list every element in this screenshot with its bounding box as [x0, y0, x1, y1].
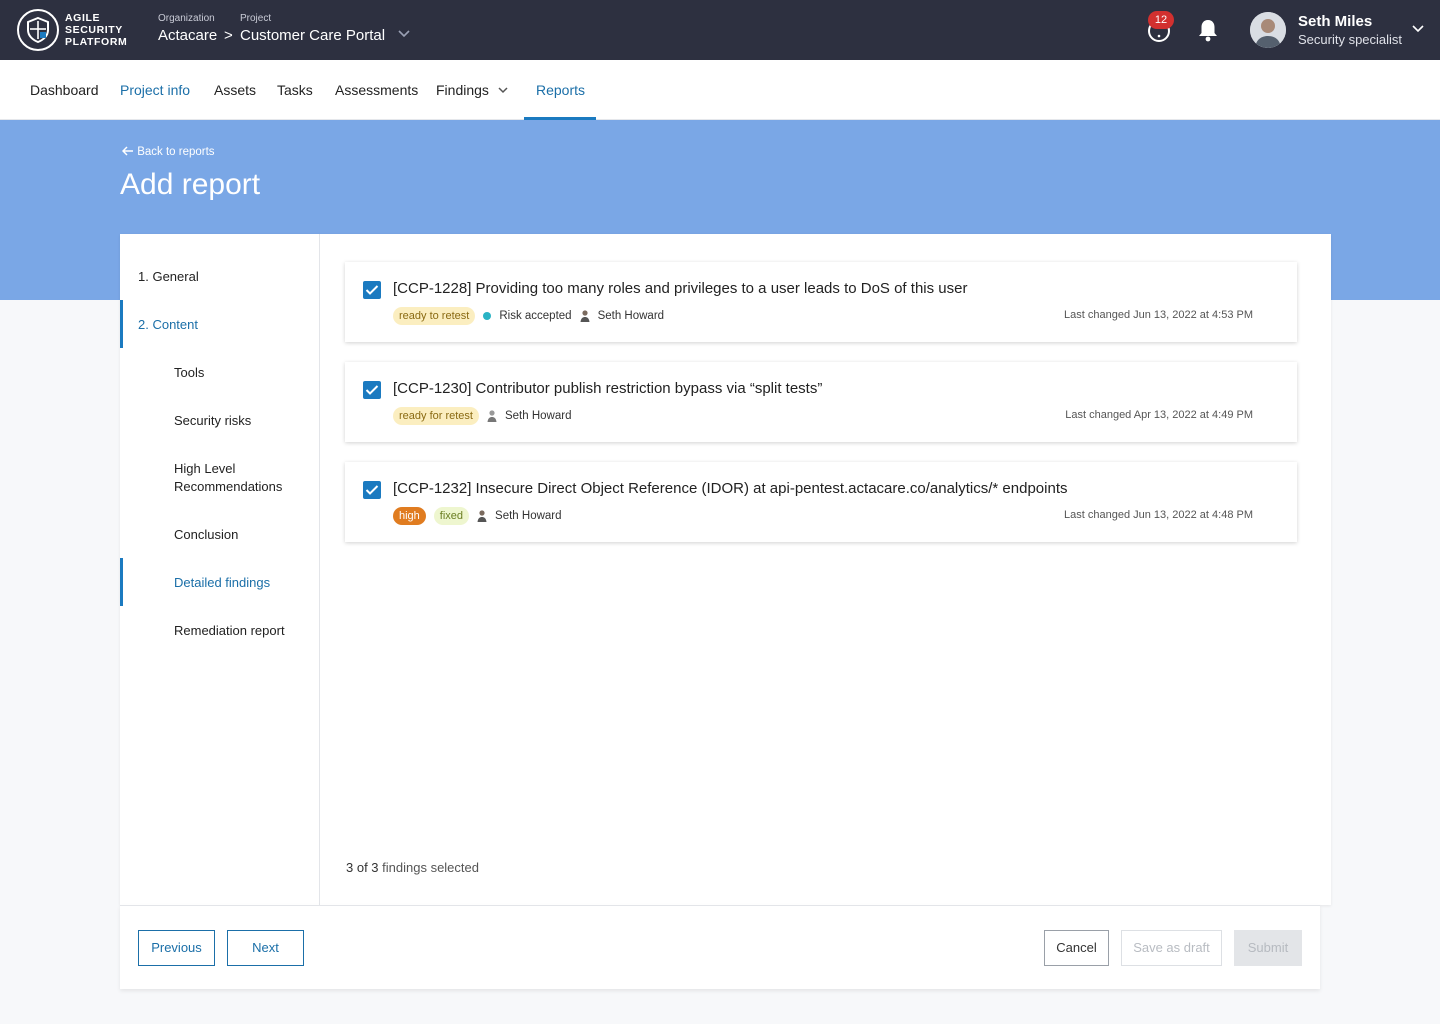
active-step-indicator [120, 300, 123, 348]
project-switcher[interactable]: Customer Care Portal [240, 27, 385, 44]
brand-line: PLATFORM [65, 36, 128, 48]
cancel-button[interactable]: Cancel [1044, 930, 1109, 966]
page-title: Add report [120, 168, 261, 201]
nav-dashboard[interactable]: Dashboard [30, 82, 99, 98]
step-tools[interactable]: Tools [174, 364, 204, 382]
chevron-down-icon[interactable] [498, 87, 508, 94]
brand-name: AGILE SECURITY PLATFORM [65, 12, 127, 48]
nav-assessments[interactable]: Assessments [335, 82, 418, 98]
user-name[interactable]: Seth Miles [1298, 13, 1372, 30]
person-icon [477, 510, 487, 522]
back-link-label: Back to reports [137, 146, 215, 158]
step-general[interactable]: 1. General [138, 268, 199, 286]
check-icon [365, 285, 379, 295]
user-role: Security specialist [1298, 32, 1403, 47]
status-badge: ready for retest [393, 407, 479, 425]
save-draft-button[interactable]: Save as draft [1121, 930, 1222, 966]
status-badge: fixed [433, 507, 470, 525]
report-form-card: 1. General 2. Content Tools Security ris… [120, 234, 1331, 905]
nav-tasks[interactable]: Tasks [277, 82, 313, 98]
finding-title[interactable]: [CCP-1228] Providing too many roles and … [393, 280, 967, 297]
active-substep-indicator [120, 558, 123, 606]
shield-logo-icon[interactable] [17, 9, 59, 51]
chevron-down-icon[interactable] [398, 30, 410, 38]
main-nav: Dashboard Project info Assets Tasks Asse… [0, 60, 1440, 120]
submit-button[interactable]: Submit [1234, 930, 1302, 966]
brand-line: SECURITY [65, 24, 123, 36]
last-changed: Last changed Jun 13, 2022 at 4:48 PM [1064, 509, 1253, 521]
selected-count: 3 of 3 findings selected [346, 860, 479, 875]
nav-assets[interactable]: Assets [214, 82, 256, 98]
finding-meta: ready for retest Seth Howard [393, 407, 571, 425]
org-switcher[interactable]: Actacare [158, 27, 217, 44]
nav-reports[interactable]: Reports [536, 82, 585, 98]
finding-meta: high fixed Seth Howard [393, 507, 562, 525]
finding-title[interactable]: [CCP-1230] Contributor publish restricti… [393, 380, 822, 397]
step-label-line: Recommendations [174, 479, 283, 494]
top-bar: AGILE SECURITY PLATFORM Organization Act… [0, 0, 1440, 60]
project-label: Project [240, 13, 272, 24]
arrow-left-icon [121, 146, 133, 156]
finding-assignee: Seth Howard [597, 310, 665, 322]
selected-count-number: 3 of 3 [346, 860, 379, 875]
form-footer: Previous Next Cancel Save as draft Submi… [120, 905, 1320, 989]
check-icon [365, 485, 379, 495]
previous-button[interactable]: Previous [138, 930, 215, 966]
avatar[interactable] [1250, 12, 1286, 48]
finding-assignee: Seth Howard [504, 410, 572, 422]
finding-status: Risk accepted [499, 310, 572, 322]
brand-line: AGILE [65, 12, 101, 24]
status-badge: ready to retest [393, 307, 476, 325]
org-label: Organization [158, 13, 215, 24]
back-to-reports-link[interactable]: Back to reports [121, 146, 215, 158]
finding-title[interactable]: [CCP-1232] Insecure Direct Object Refere… [393, 480, 1067, 497]
step-security-risks[interactable]: Security risks [174, 412, 251, 430]
bell-icon[interactable] [1197, 18, 1219, 42]
status-dot-icon [483, 312, 492, 320]
chevron-down-icon[interactable] [1412, 25, 1424, 33]
finding-checkbox[interactable] [363, 481, 381, 499]
next-button[interactable]: Next [227, 930, 304, 966]
notification-count-badge: 12 [1148, 11, 1174, 29]
finding-checkbox[interactable] [363, 381, 381, 399]
step-label-line: High Level [174, 461, 236, 476]
last-changed: Last changed Apr 13, 2022 at 4:49 PM [1065, 409, 1253, 421]
severity-badge: high [393, 507, 426, 525]
finding-row[interactable]: [CCP-1230] Contributor publish restricti… [345, 362, 1297, 442]
person-icon [487, 410, 497, 422]
finding-row[interactable]: [CCP-1228] Providing too many roles and … [345, 262, 1297, 342]
step-content[interactable]: 2. Content [138, 316, 198, 334]
finding-assignee: Seth Howard [495, 510, 562, 522]
step-detailed-findings[interactable]: Detailed findings [174, 574, 270, 592]
check-icon [365, 385, 379, 395]
breadcrumb-separator: > [224, 27, 233, 44]
person-icon [580, 310, 590, 322]
steps-sidebar: 1. General 2. Content Tools Security ris… [120, 234, 320, 905]
selected-count-label: findings selected [378, 860, 479, 875]
nav-project-info[interactable]: Project info [120, 82, 190, 98]
last-changed: Last changed Jun 13, 2022 at 4:53 PM [1064, 309, 1253, 321]
step-high-level-recommendations[interactable]: High Level Recommendations [174, 460, 282, 496]
step-remediation-report[interactable]: Remediation report [174, 622, 285, 640]
nav-findings[interactable]: Findings [436, 82, 489, 98]
finding-meta: ready to retest Risk accepted Seth Howar… [393, 307, 664, 325]
finding-checkbox[interactable] [363, 281, 381, 299]
finding-row[interactable]: [CCP-1232] Insecure Direct Object Refere… [345, 462, 1297, 542]
step-conclusion[interactable]: Conclusion [174, 526, 238, 544]
